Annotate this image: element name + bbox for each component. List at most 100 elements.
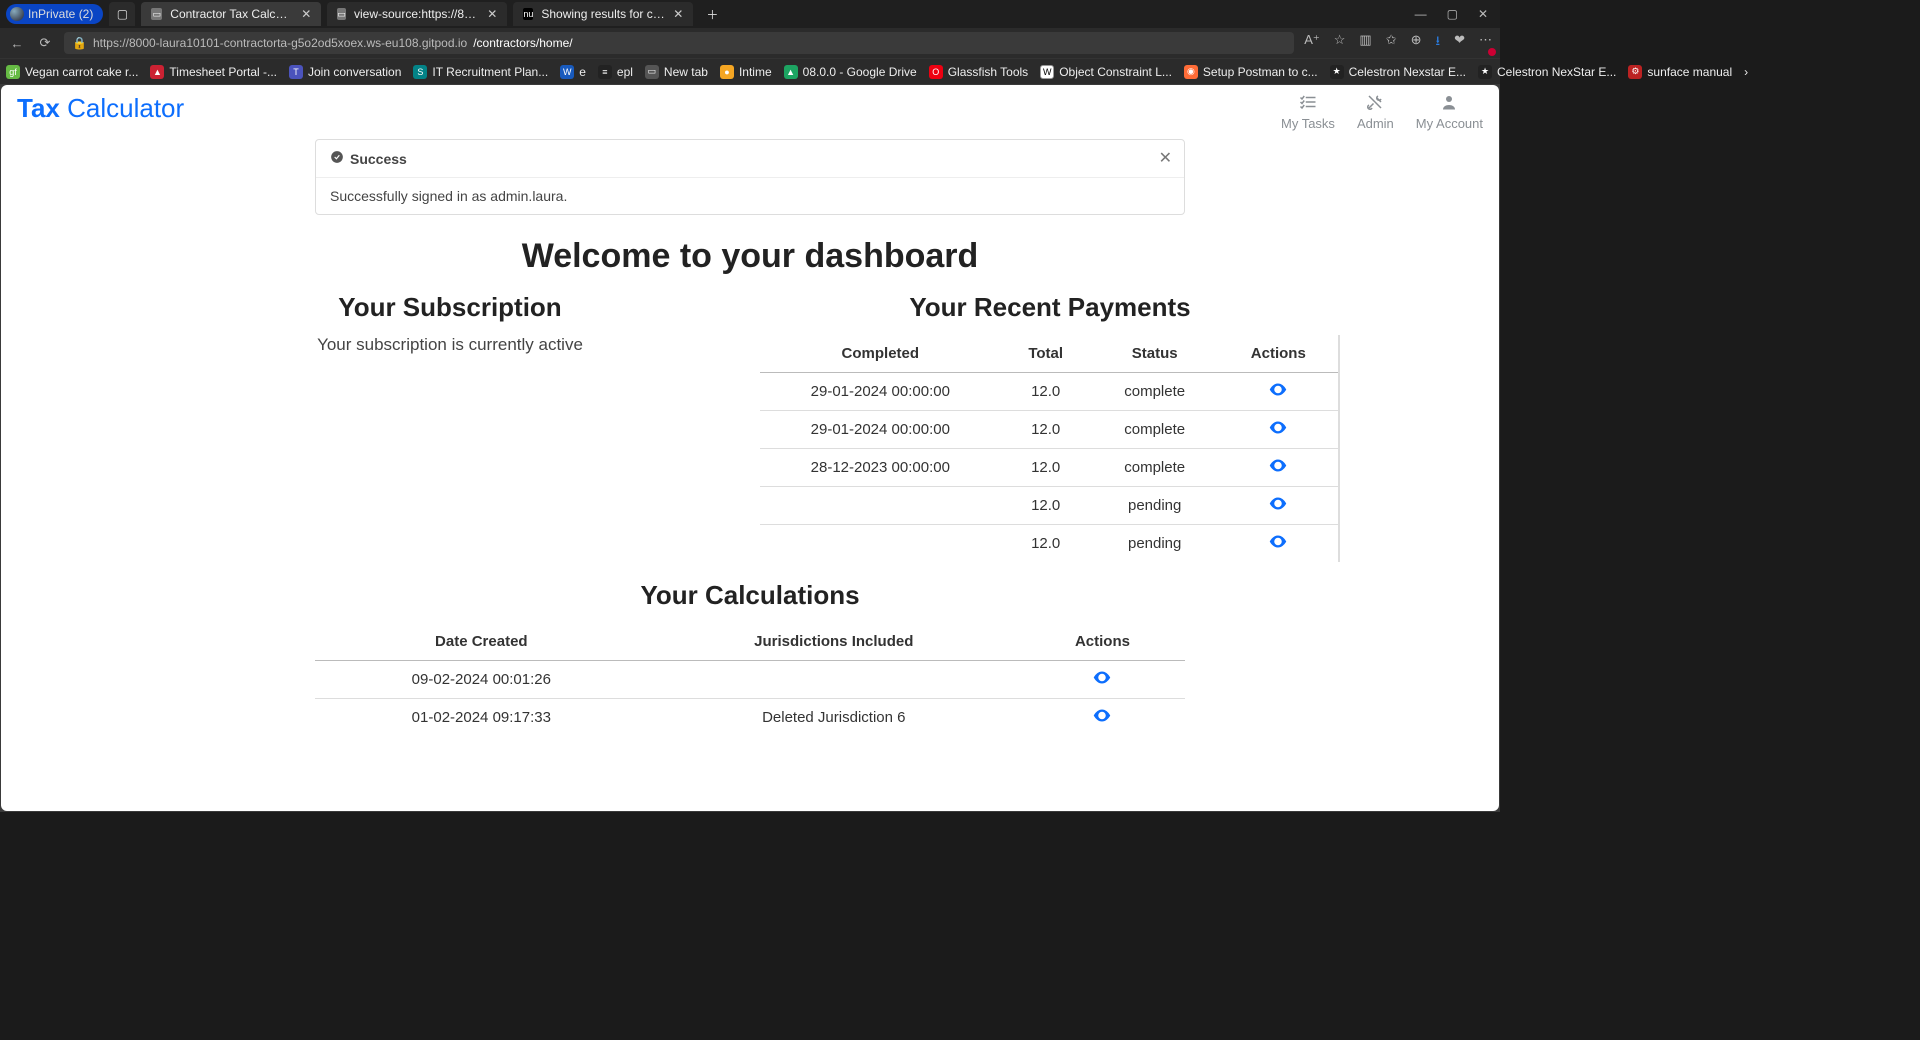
cell-completed — [760, 487, 1001, 525]
performance-icon[interactable]: ❤ — [1454, 32, 1465, 54]
col-total: Total — [1001, 335, 1091, 373]
brand-first: Tax — [17, 93, 60, 123]
bookmark-item[interactable]: We — [560, 65, 586, 79]
cell-jurisdictions — [648, 661, 1020, 699]
brand-logo[interactable]: Tax Calculator — [17, 93, 184, 124]
bookmark-label: epl — [617, 65, 633, 79]
downloads-icon[interactable]: ⭳ — [1436, 32, 1441, 54]
calculations-heading: Your Calculations — [315, 580, 1185, 611]
favorite-icon[interactable]: ☆ — [1334, 32, 1346, 54]
refresh-icon[interactable]: ⟳ — [36, 35, 54, 51]
nav-label: My Account — [1416, 116, 1483, 131]
collections-icon[interactable]: ⊕ — [1411, 32, 1422, 54]
nav-admin[interactable]: Admin — [1357, 93, 1394, 131]
cell-completed: 29-01-2024 00:00:00 — [760, 411, 1001, 449]
cell-total: 12.0 — [1001, 373, 1091, 411]
close-icon[interactable]: ✕ — [673, 7, 683, 21]
page-title: Welcome to your dashboard — [17, 237, 1483, 276]
nav-my-account[interactable]: My Account — [1416, 93, 1483, 131]
text-size-icon[interactable]: A⁺ — [1304, 32, 1320, 54]
view-icon[interactable] — [1093, 671, 1111, 688]
success-alert: Success Successfully signed in as admin.… — [315, 139, 1185, 215]
cell-status: complete — [1091, 449, 1219, 487]
bookmark-label: Object Constraint L... — [1059, 65, 1172, 79]
col-status: Status — [1091, 335, 1219, 373]
cell-date: 01-02-2024 09:17:33 — [315, 699, 648, 737]
profile-avatar-icon — [10, 7, 24, 21]
alert-body: Successfully signed in as admin.laura. — [316, 178, 1184, 214]
bookmark-favicon: ▲ — [784, 65, 798, 79]
bookmark-item[interactable]: ▭New tab — [645, 65, 708, 79]
bookmark-item[interactable]: gfVegan carrot cake r... — [6, 65, 138, 79]
view-icon[interactable] — [1269, 459, 1287, 476]
bookmark-item[interactable]: ▲Timesheet Portal -... — [150, 65, 277, 79]
bookmark-item[interactable]: ⚙sunface manual — [1628, 65, 1732, 79]
cell-actions — [1020, 699, 1185, 737]
bookmark-item[interactable]: W Object Constraint L... — [1040, 65, 1172, 79]
new-tab-button[interactable]: ＋ — [699, 2, 725, 26]
minimize-icon[interactable]: — — [1415, 7, 1427, 21]
bookmark-favicon: ★ — [1478, 65, 1492, 79]
bookmark-item[interactable]: ★ Celestron NexStar E... — [1478, 65, 1616, 79]
more-icon[interactable]: ⋯ — [1479, 32, 1492, 54]
view-icon[interactable] — [1269, 535, 1287, 552]
close-icon[interactable]: ✕ — [487, 7, 497, 21]
payments-table: Completed Total Status Actions 29-01-202… — [760, 335, 1338, 562]
nav-my-tasks[interactable]: My Tasks — [1281, 93, 1335, 131]
tab-background[interactable]: nu Showing results for contents of t ✕ — [513, 2, 693, 26]
page-icon: ▭ — [151, 8, 162, 20]
bookmark-favicon: W — [1040, 65, 1054, 79]
back-icon[interactable]: ← — [8, 36, 26, 51]
bookmark-item[interactable]: ★Celestron Nexstar E... — [1330, 65, 1466, 79]
cell-actions — [1219, 487, 1338, 525]
maximize-icon[interactable]: ▢ — [1447, 7, 1458, 21]
cell-jurisdictions: Deleted Jurisdiction 6 — [648, 699, 1020, 737]
url-field[interactable]: 🔒 https://8000-laura10101-contractorta-g… — [64, 32, 1294, 54]
bookmark-item[interactable]: ◉Setup Postman to c... — [1184, 65, 1318, 79]
bookmark-label: Celestron NexStar E... — [1497, 65, 1616, 79]
view-icon[interactable] — [1269, 421, 1287, 438]
alert-close-icon[interactable]: ✕ — [1159, 148, 1172, 168]
bookmark-item[interactable]: ●Intime — [720, 65, 772, 79]
lock-icon: 🔒 — [72, 36, 87, 50]
cell-total: 12.0 — [1001, 411, 1091, 449]
table-row: 12.0pending — [760, 487, 1338, 525]
cell-total: 12.0 — [1001, 525, 1091, 563]
view-icon[interactable] — [1093, 709, 1111, 726]
check-circle-icon — [330, 150, 344, 167]
browser-titlebar: InPrivate (2) ▢ ▭ Contractor Tax Calcula… — [0, 0, 1500, 28]
bookmark-item[interactable]: SIT Recruitment Plan... — [413, 65, 548, 79]
tab-label: Contractor Tax Calculator — [170, 7, 293, 21]
col-actions: Actions — [1219, 335, 1338, 373]
favorites-bar-icon[interactable]: ✩ — [1386, 32, 1397, 54]
inprivate-badge[interactable]: InPrivate (2) — [6, 4, 103, 24]
split-icon[interactable]: ▥ — [1359, 32, 1371, 54]
bookmark-item[interactable]: ≡epl — [598, 65, 633, 79]
close-icon[interactable]: ✕ — [301, 7, 311, 21]
bookmark-item[interactable]: TJoin conversation — [289, 65, 401, 79]
col-completed: Completed — [760, 335, 1001, 373]
view-icon[interactable] — [1269, 497, 1287, 514]
brand-second: Calculator — [67, 93, 184, 123]
bookmarks-overflow-icon[interactable]: › — [1744, 65, 1748, 79]
bookmark-favicon: ★ — [1330, 65, 1344, 79]
cell-status: pending — [1091, 525, 1219, 563]
cell-completed — [760, 525, 1001, 563]
header-nav: My Tasks Admin My Account — [1281, 93, 1483, 131]
bookmark-item[interactable]: ▲08.0.0 - Google Drive — [784, 65, 917, 79]
cell-actions — [1219, 525, 1338, 563]
table-row: 09-02-2024 00:01:26 — [315, 661, 1185, 699]
tab-active[interactable]: ▭ Contractor Tax Calculator ✕ — [141, 2, 321, 26]
cell-completed: 29-01-2024 00:00:00 — [760, 373, 1001, 411]
bookmark-label: Timesheet Portal -... — [169, 65, 277, 79]
view-icon[interactable] — [1269, 383, 1287, 400]
plus-icon: ＋ — [706, 6, 718, 23]
tab-background[interactable]: ▭ view-source:https://8000-laura10 ✕ — [327, 2, 507, 26]
bookmark-label: IT Recruitment Plan... — [432, 65, 548, 79]
bookmark-item[interactable]: OGlassfish Tools — [929, 65, 1028, 79]
subscription-status: Your subscription is currently active — [160, 335, 740, 355]
close-window-icon[interactable]: ✕ — [1478, 7, 1488, 21]
alert-title: Success — [350, 151, 407, 167]
tab-workspaces[interactable]: ▢ — [109, 2, 135, 26]
cell-status: complete — [1091, 373, 1219, 411]
